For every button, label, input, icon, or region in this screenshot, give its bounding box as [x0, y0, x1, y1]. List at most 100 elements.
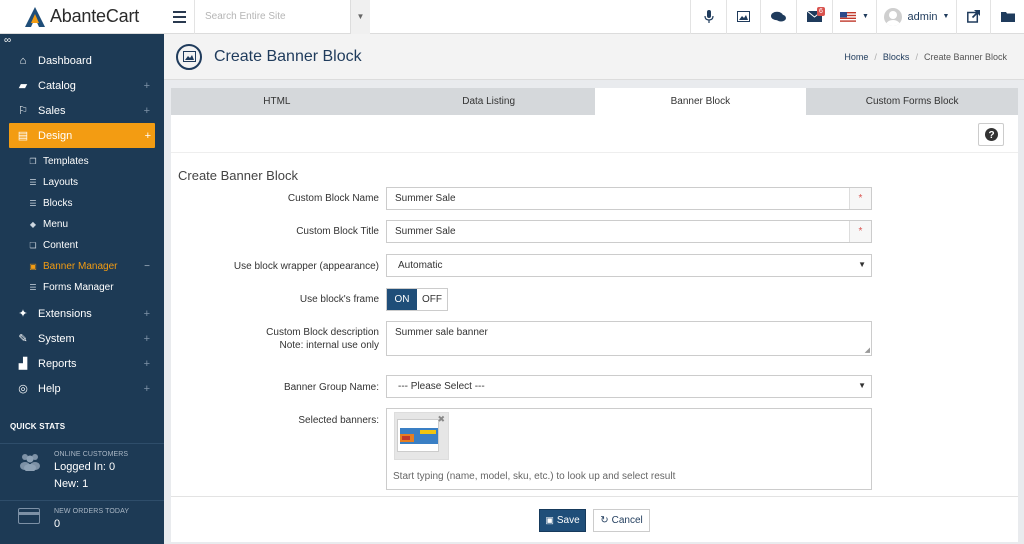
- sidebar-subitem-content[interactable]: ❏ Content: [0, 235, 164, 256]
- avatar: [883, 7, 902, 26]
- breadcrumb: Home / Blocks / Create Banner Block: [844, 52, 1007, 62]
- top-bar: AbanteCart ▼ 6 ▼ admin ▼: [0, 0, 1024, 34]
- sidebar-item-design[interactable]: ▤ Design +: [9, 123, 155, 148]
- help-button[interactable]: ?: [978, 123, 1004, 146]
- resize-handle-icon[interactable]: ◢: [865, 346, 870, 354]
- sidebar: ∞ ⌂ Dashboard ▰ Catalog + ⚐ Sales + ▤ De…: [0, 34, 164, 544]
- block-frame-toggle[interactable]: ON OFF: [386, 288, 448, 311]
- sidebar-item-label: Sales: [38, 104, 66, 117]
- banner-thumbnail[interactable]: ✖: [394, 412, 449, 460]
- sidebar-item-label: System: [38, 332, 75, 345]
- caret-down-icon: ▼: [862, 13, 869, 20]
- expand-icon: +: [143, 382, 150, 395]
- banner-lookup-input[interactable]: Start typing (name, model, sku, etc.) to…: [393, 471, 675, 482]
- required-marker: *: [849, 221, 871, 242]
- sidebar-subitem-banner-manager[interactable]: ▣ Banner Manager −: [0, 256, 164, 277]
- language-selector[interactable]: ▼: [832, 0, 876, 34]
- custom-block-title-label: Custom Block Title: [296, 226, 379, 237]
- envelope-icon[interactable]: 6: [796, 0, 832, 34]
- toggle-on[interactable]: ON: [387, 289, 417, 310]
- folder-icon[interactable]: [990, 0, 1024, 34]
- user-menu[interactable]: admin ▼: [876, 0, 956, 34]
- sidebar-subitem-label: Forms Manager: [43, 282, 114, 293]
- sidebar-item-label: Extensions: [38, 307, 92, 320]
- new-orders-stat: NEW ORDERS TODAY 0: [0, 500, 164, 532]
- save-button[interactable]: ▣ Save: [539, 509, 586, 532]
- caret-down-icon: ▼: [858, 381, 866, 390]
- list-icon: ☰: [29, 178, 37, 187]
- caret-down-icon: ▼: [858, 260, 866, 269]
- custom-block-name-value: Summer Sale: [395, 193, 456, 204]
- sidebar-subitem-menu[interactable]: ◆ Menu: [0, 214, 164, 235]
- banner-group-value: --- Please Select ---: [398, 381, 485, 392]
- breadcrumb-current: Create Banner Block: [923, 51, 1007, 62]
- search-dropdown-icon[interactable]: ▼: [350, 0, 370, 34]
- cancel-button-label: Cancel: [611, 515, 643, 526]
- cancel-button[interactable]: ↻ Cancel: [593, 509, 650, 532]
- new-orders-label: NEW ORDERS TODAY: [54, 508, 130, 515]
- sidebar-subitem-label: Menu: [43, 219, 69, 230]
- expand-icon: +: [143, 357, 150, 370]
- breadcrumb-blocks[interactable]: Blocks: [883, 52, 910, 62]
- tab-custom-forms-block[interactable]: Custom Forms Block: [806, 88, 1018, 115]
- users-icon: [18, 451, 42, 492]
- selected-banners-box[interactable]: ✖ Start typing (name, model, sku, etc.) …: [386, 408, 872, 490]
- banner-group-select[interactable]: --- Please Select --- ▼: [386, 375, 872, 398]
- block-description-value: Summer sale banner: [395, 327, 488, 338]
- banner-image: [397, 419, 439, 452]
- sidebar-subitem-label: Blocks: [43, 198, 73, 209]
- sidebar-item-sales[interactable]: ⚐ Sales +: [0, 98, 164, 123]
- page-title: Create Banner Block: [214, 47, 362, 65]
- block-description-textarea[interactable]: Summer sale banner ◢: [386, 321, 872, 356]
- help-row: ?: [171, 115, 1018, 153]
- save-icon: ▣: [545, 515, 554, 525]
- sidebar-item-system[interactable]: ✎ System +: [0, 326, 164, 351]
- chat-icon[interactable]: [760, 0, 796, 34]
- sidebar-subitem-layouts[interactable]: ☰ Layouts: [0, 172, 164, 193]
- credit-card-icon: [18, 508, 42, 532]
- block-wrapper-select[interactable]: Automatic ▼: [386, 254, 872, 277]
- new-orders-count: 0: [54, 518, 61, 530]
- sidebar-item-help[interactable]: ◎ Help +: [0, 376, 164, 401]
- sidebar-subitem-templates[interactable]: ❐ Templates: [0, 151, 164, 172]
- remove-banner-icon[interactable]: ✖: [437, 414, 445, 425]
- required-marker: *: [849, 188, 871, 209]
- sidebar-subitem-blocks[interactable]: ☰ Blocks: [0, 193, 164, 214]
- breadcrumb-home[interactable]: Home: [844, 52, 868, 62]
- user-name: admin: [907, 10, 938, 23]
- search-input[interactable]: [195, 1, 345, 32]
- menu-toggle-icon[interactable]: [164, 0, 194, 34]
- wrench-icon: ✎: [18, 333, 28, 345]
- sidebar-item-catalog[interactable]: ▰ Catalog +: [0, 73, 164, 98]
- custom-block-name-label: Custom Block Name: [287, 193, 379, 204]
- top-right-tools: 6 ▼ admin ▼: [690, 0, 1024, 34]
- tab-html[interactable]: HTML: [171, 88, 383, 115]
- image-icon[interactable]: [726, 0, 760, 34]
- block-description-label: Custom Block description Note: internal …: [266, 326, 379, 352]
- block-frame-label: Use block's frame: [299, 294, 379, 305]
- sidebar-item-dashboard[interactable]: ⌂ Dashboard: [0, 48, 164, 73]
- logged-in-count: Logged In: 0: [54, 461, 116, 473]
- expand-icon: +: [143, 307, 150, 320]
- tab-banner-block[interactable]: Banner Block: [594, 88, 807, 115]
- tab-data-listing[interactable]: Data Listing: [383, 88, 595, 115]
- online-customers-stat: ONLINE CUSTOMERS Logged In: 0 New: 1: [0, 443, 164, 492]
- external-link-icon[interactable]: [956, 0, 990, 34]
- abantecart-logo-icon: [25, 6, 45, 27]
- custom-block-name-input[interactable]: Summer Sale *: [386, 187, 872, 210]
- sidebar-subitem-forms-manager[interactable]: ☰ Forms Manager: [0, 277, 164, 298]
- home-icon: ⌂: [19, 54, 27, 67]
- app-logo[interactable]: AbanteCart: [0, 0, 164, 34]
- custom-block-title-input[interactable]: Summer Sale *: [386, 220, 872, 243]
- sidebar-item-extensions[interactable]: ✦ Extensions +: [0, 301, 164, 326]
- copy-icon: ❏: [29, 241, 37, 250]
- search-box: ▼: [194, 0, 370, 34]
- sidebar-collapse-icon[interactable]: ∞: [0, 34, 164, 48]
- microphone-icon[interactable]: [690, 0, 726, 34]
- flag-icon: ⚐: [18, 105, 28, 117]
- image-icon: [176, 43, 202, 70]
- toggle-off[interactable]: OFF: [417, 289, 447, 310]
- list-icon: ☰: [29, 199, 37, 208]
- sidebar-item-reports[interactable]: ▟ Reports +: [0, 351, 164, 376]
- sidebar-item-label: Dashboard: [38, 54, 92, 67]
